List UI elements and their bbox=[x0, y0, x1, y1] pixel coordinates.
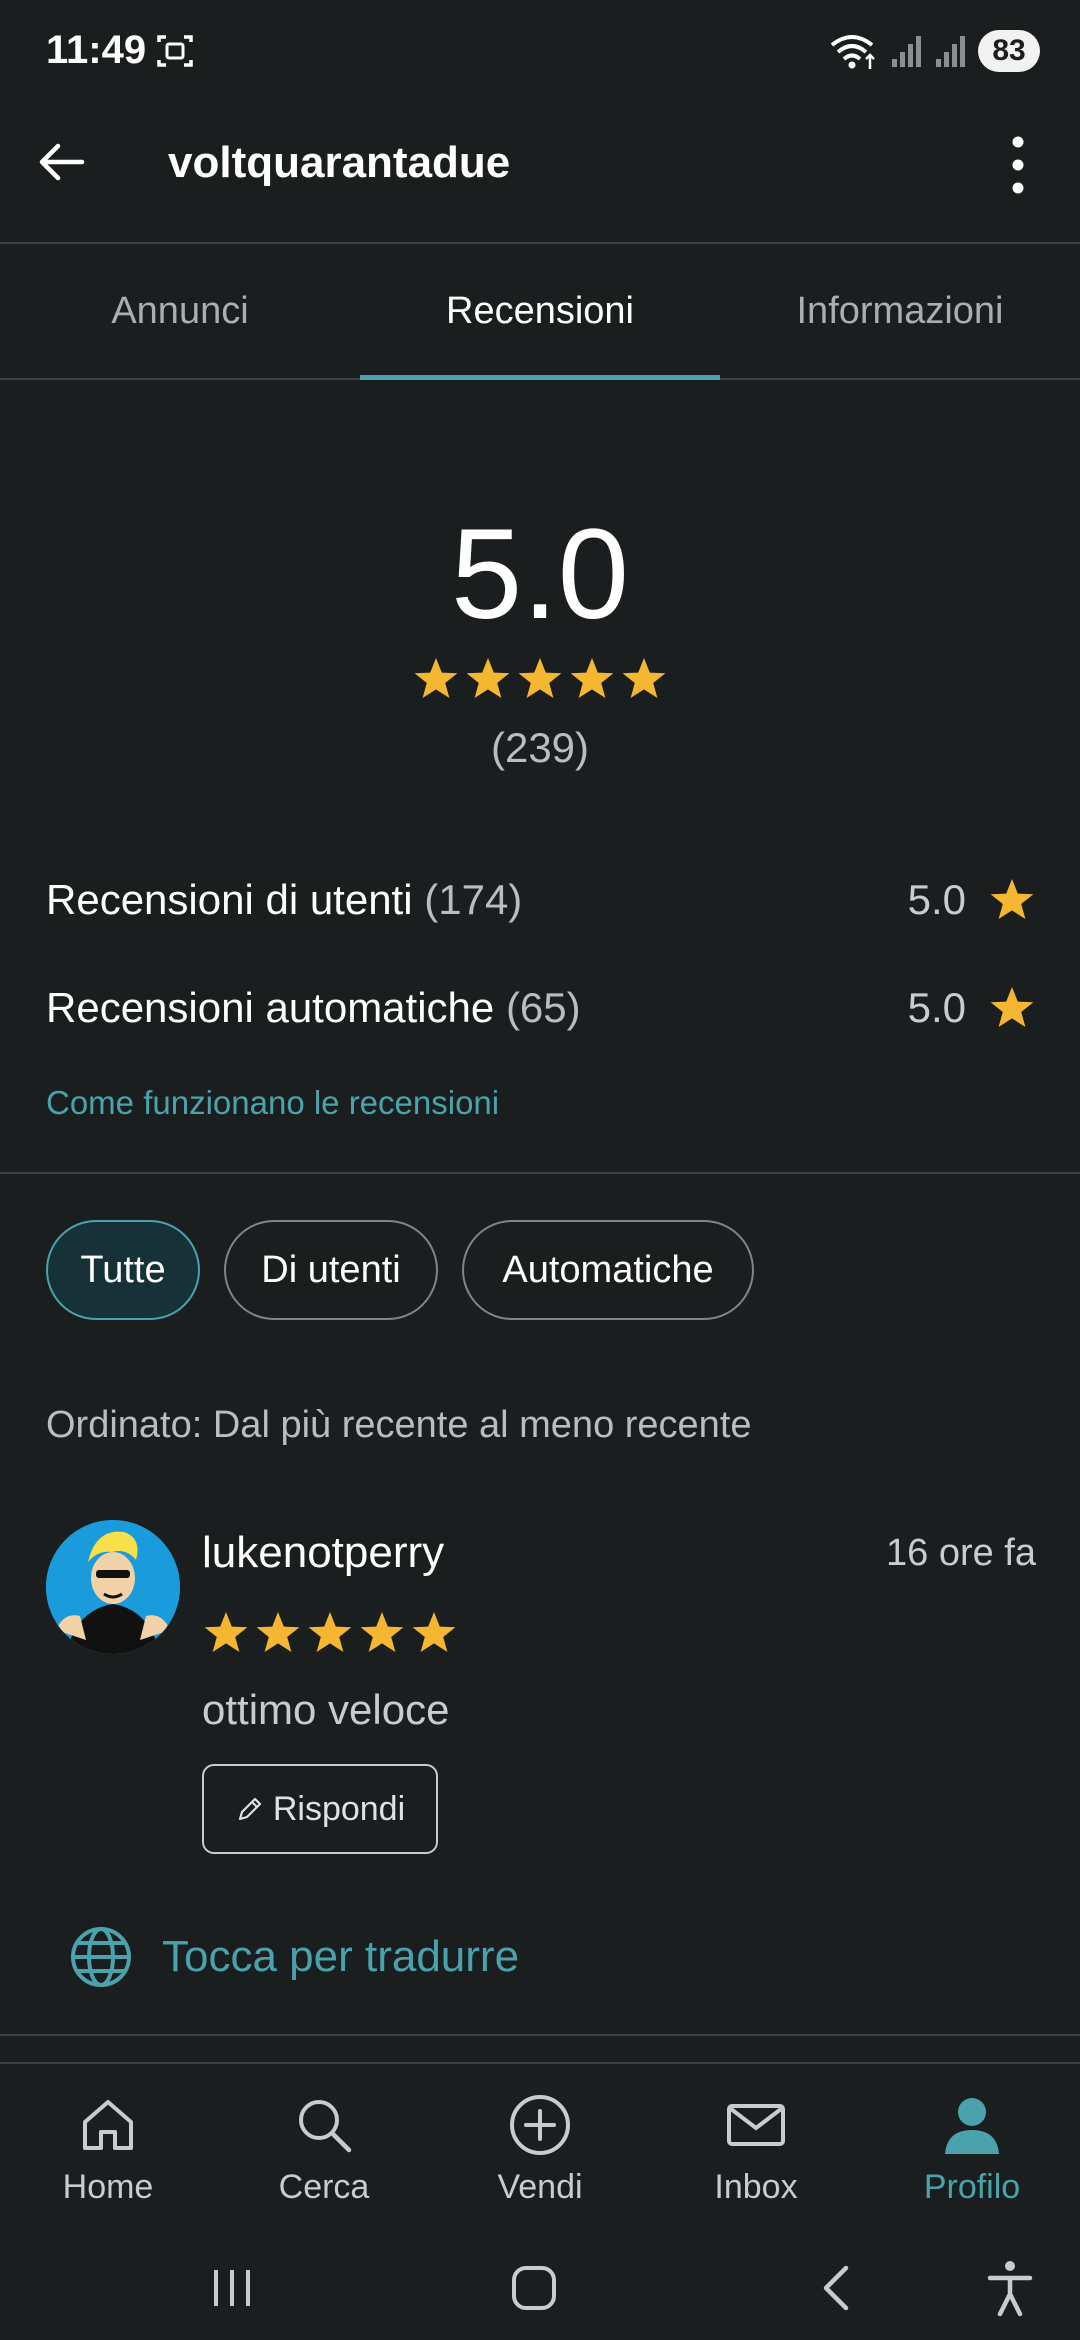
automatic-reviews-score: 5.0 bbox=[907, 984, 966, 1031]
star-icon bbox=[570, 658, 614, 698]
nav-search-label: Cerca bbox=[278, 2168, 370, 2206]
tab-recensioni[interactable]: Recensioni bbox=[360, 244, 720, 380]
star-icon bbox=[990, 987, 1034, 1027]
star-icon bbox=[518, 658, 562, 698]
mail-icon bbox=[727, 2104, 785, 2146]
page-title: voltquarantadue bbox=[168, 138, 511, 187]
nav-sell[interactable]: Vendi bbox=[432, 2064, 648, 2238]
accessibility-icon[interactable] bbox=[978, 2256, 1042, 2320]
avatar[interactable] bbox=[46, 1520, 180, 1654]
home-icon bbox=[83, 2100, 133, 2150]
user-reviews-score: 5.0 bbox=[907, 876, 966, 923]
status-icons: 83 bbox=[828, 30, 1040, 72]
tab-bar: Annunci Recensioni Informazioni bbox=[0, 244, 1080, 380]
filter-chip-tutte[interactable]: Tutte bbox=[46, 1220, 200, 1320]
star-icon bbox=[360, 1612, 404, 1652]
bottom-navigation: Home Cerca Vendi Inbox Profilo bbox=[0, 2062, 1080, 2238]
app-bar: voltquarantadue bbox=[0, 100, 1080, 244]
tab-annunci[interactable]: Annunci bbox=[0, 244, 360, 378]
globe-icon bbox=[71, 1927, 131, 1987]
filter-chip-automatiche[interactable]: Automatiche bbox=[462, 1220, 754, 1320]
how-reviews-work-link[interactable]: Come funzionano le recensioni bbox=[46, 1084, 499, 1122]
star-icon bbox=[466, 658, 510, 698]
star-icon bbox=[990, 879, 1034, 919]
status-time: 11:49 bbox=[46, 28, 147, 72]
user-reviews-count: (174) bbox=[424, 876, 523, 923]
nav-search[interactable]: Cerca bbox=[216, 2064, 432, 2238]
battery-indicator: 83 bbox=[978, 30, 1040, 72]
divider bbox=[0, 1172, 1080, 1174]
star-icon bbox=[204, 1612, 248, 1652]
overall-score: 5.0 bbox=[451, 503, 629, 646]
nav-inbox-label: Inbox bbox=[714, 2168, 798, 2206]
nav-sell-label: Vendi bbox=[497, 2168, 583, 2206]
star-icon bbox=[412, 1612, 456, 1652]
back-arrow-icon[interactable] bbox=[30, 130, 94, 194]
system-back-icon[interactable] bbox=[806, 2256, 870, 2320]
tab-informazioni[interactable]: Informazioni bbox=[720, 244, 1080, 378]
nav-inbox[interactable]: Inbox bbox=[648, 2064, 864, 2238]
signal-icon-2 bbox=[936, 36, 965, 67]
automatic-reviews-label: Recensioni automatiche bbox=[46, 984, 495, 1031]
review-stars bbox=[202, 1610, 458, 1656]
star-icon bbox=[622, 658, 666, 698]
home-button-icon[interactable] bbox=[502, 2256, 566, 2320]
review-time: 16 ore fa bbox=[886, 1532, 1036, 1574]
more-options-icon[interactable] bbox=[996, 130, 1040, 200]
nav-home-label: Home bbox=[62, 2168, 154, 2206]
nav-profile-label: Profilo bbox=[923, 2168, 1021, 2206]
rating-summary: 5.0 (239) bbox=[0, 510, 1080, 772]
screenshot-icon bbox=[157, 35, 193, 67]
star-icon bbox=[308, 1612, 352, 1652]
filter-chip-di-utenti[interactable]: Di utenti bbox=[224, 1220, 438, 1320]
reply-label: Rispondi bbox=[272, 1789, 406, 1828]
star-icon bbox=[256, 1612, 300, 1652]
plus-circle-icon bbox=[510, 2095, 570, 2155]
sort-order-label[interactable]: Ordinato: Dal più recente al meno recent… bbox=[46, 1404, 752, 1447]
wifi-icon bbox=[830, 35, 875, 69]
reviewer-name[interactable]: lukenotperry bbox=[202, 1528, 444, 1578]
recent-apps-icon[interactable] bbox=[200, 2256, 264, 2320]
overall-stars bbox=[0, 656, 1080, 702]
system-navigation-bar bbox=[0, 2238, 1080, 2340]
translate-button[interactable]: Tocca per tradurre bbox=[68, 1924, 519, 1990]
star-icon bbox=[414, 658, 458, 698]
profile-icon bbox=[945, 2098, 999, 2154]
total-review-count: (239) bbox=[490, 724, 590, 771]
user-reviews-label: Recensioni di utenti bbox=[46, 876, 413, 923]
nav-home[interactable]: Home bbox=[0, 2064, 216, 2238]
translate-label: Tocca per tradurre bbox=[162, 1932, 520, 1981]
automatic-reviews-row: Recensioni automatiche (65) 5.0 bbox=[46, 978, 1036, 1038]
user-reviews-row: Recensioni di utenti (174) 5.0 bbox=[46, 870, 1036, 930]
pencil-icon bbox=[238, 1797, 261, 1821]
automatic-reviews-count: (65) bbox=[505, 984, 581, 1031]
search-icon bbox=[299, 2100, 352, 2153]
signal-icon bbox=[892, 36, 921, 67]
reply-button[interactable]: Rispondi bbox=[202, 1764, 438, 1854]
filter-chips: Tutte Di utenti Automatiche bbox=[46, 1220, 754, 1320]
status-bar: 11:49 83 bbox=[0, 0, 1080, 100]
divider bbox=[0, 2034, 1080, 2036]
review-text: ottimo veloce bbox=[202, 1686, 450, 1733]
nav-profile[interactable]: Profilo bbox=[864, 2064, 1080, 2238]
